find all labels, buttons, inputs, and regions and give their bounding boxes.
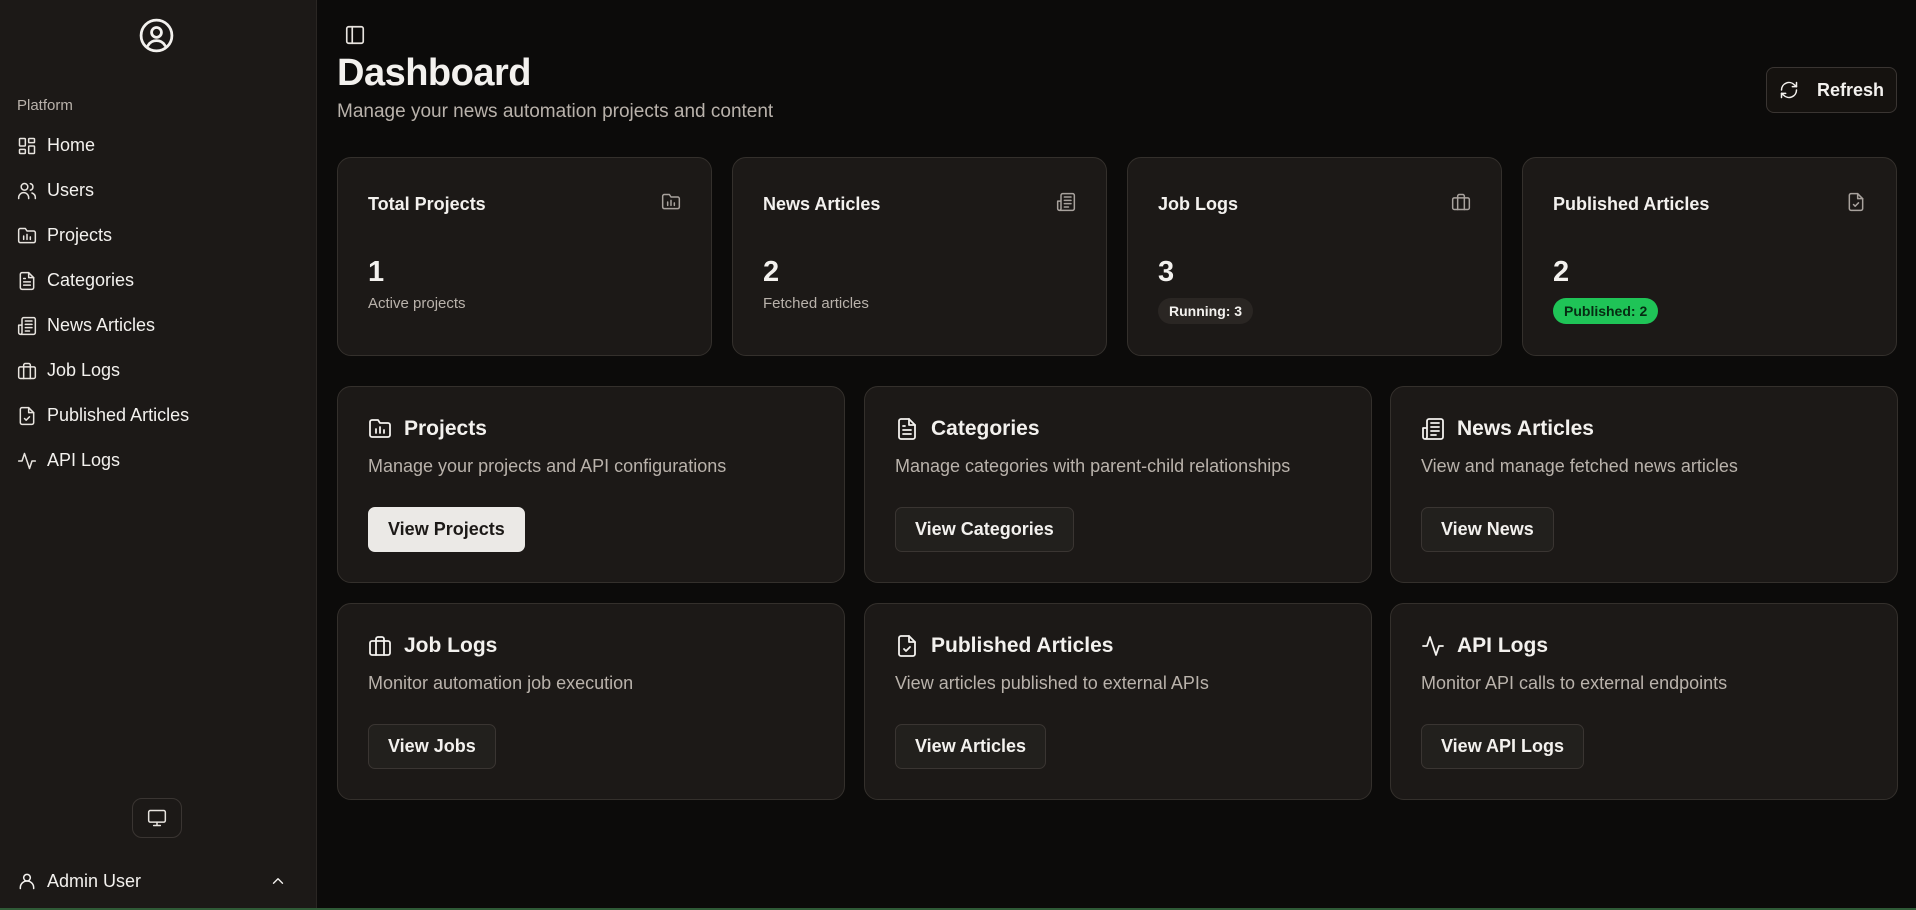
nav-card-desc: Manage categories with parent-child rela… <box>895 456 1291 476</box>
stat-title: Total Projects <box>368 194 486 214</box>
sidebar-item-label: Job Logs <box>47 360 121 380</box>
user-menu[interactable]: Admin User <box>17 866 297 896</box>
monitor-icon <box>147 808 167 828</box>
status-badge: Running: 3 <box>1158 298 1254 324</box>
file-check-icon <box>1846 192 1866 212</box>
sidebar-item-label: Home <box>47 135 96 155</box>
nav-card-header: Published Articles <box>895 634 1113 658</box>
stat-value: 1 <box>368 256 385 288</box>
nav-card-header: Projects <box>368 417 487 441</box>
stat-card-job-logs: Job Logs 3 Running: 3 <box>1127 157 1502 356</box>
theme-display-button[interactable] <box>132 798 182 838</box>
user-circle-icon[interactable] <box>138 17 175 54</box>
nav-card-job-logs: Job Logs Monitor automation job executio… <box>337 603 845 800</box>
file-text-icon <box>895 417 919 441</box>
stat-title: News Articles <box>763 194 881 214</box>
sidebar-item-news-articles[interactable]: News Articles <box>0 303 317 348</box>
nav-card-published-articles: Published Articles View articles publish… <box>864 603 1372 800</box>
stat-card-total-projects: Total Projects 1 Active projects <box>337 157 712 356</box>
sidebar-item-published-articles[interactable]: Published Articles <box>0 393 317 438</box>
newspaper-icon <box>17 316 37 336</box>
refresh-button[interactable]: Refresh <box>1766 67 1897 113</box>
sidebar-item-projects[interactable]: Projects <box>0 213 317 258</box>
activity-icon <box>17 451 37 471</box>
briefcase-icon <box>1451 192 1471 212</box>
stat-card-news-articles: News Articles 2 Fetched articles <box>732 157 1107 356</box>
newspaper-icon <box>1421 417 1445 441</box>
page-title: Dashboard <box>337 52 531 94</box>
sidebar-item-home[interactable]: Home <box>0 123 317 168</box>
nav-card-desc: Monitor automation job execution <box>368 673 634 693</box>
nav-card-header: Categories <box>895 417 1040 441</box>
stat-card-published-articles: Published Articles 2 Published: 2 <box>1522 157 1897 356</box>
page-subtitle: Manage your news automation projects and… <box>337 101 774 122</box>
stat-value: 3 <box>1158 256 1175 288</box>
sidebar-item-api-logs[interactable]: API Logs <box>0 438 317 483</box>
view-api-logs-button[interactable]: View API Logs <box>1421 724 1585 769</box>
stat-title: Job Logs <box>1158 194 1238 214</box>
stat-title: Published Articles <box>1553 194 1710 214</box>
users-icon <box>17 181 37 201</box>
file-text-icon <box>17 271 37 291</box>
sidebar-item-users[interactable]: Users <box>0 168 317 213</box>
sidebar-item-label: Users <box>47 180 95 200</box>
file-check-icon <box>895 634 919 658</box>
nav-card-header: News Articles <box>1421 417 1594 441</box>
nav-card-desc: Manage your projects and API configurati… <box>368 456 727 476</box>
folder-chart-icon <box>661 192 681 212</box>
user-icon <box>17 871 37 891</box>
view-articles-button[interactable]: View Articles <box>895 724 1047 769</box>
stat-value: 2 <box>763 256 780 288</box>
sidebar-section-label: Platform <box>17 97 73 114</box>
nav-card-title: News Articles <box>1457 417 1594 440</box>
folder-chart-icon <box>368 417 392 441</box>
view-jobs-button[interactable]: View Jobs <box>368 724 496 769</box>
nav-card-desc: View and manage fetched news articles <box>1421 456 1738 476</box>
nav-card-title: Categories <box>931 417 1040 440</box>
chevron-up-icon[interactable] <box>269 872 287 890</box>
status-badge: Published: 2 <box>1553 298 1659 324</box>
nav-card-title: Projects <box>404 417 487 440</box>
sidebar-item-label: Projects <box>47 225 113 245</box>
briefcase-icon <box>368 634 392 658</box>
file-check-icon <box>17 406 37 426</box>
stat-desc: Active projects <box>368 295 466 312</box>
refresh-icon <box>1779 80 1799 100</box>
user-name: Admin User <box>47 870 142 891</box>
dashboard-grid-icon <box>17 136 37 156</box>
activity-icon <box>1421 634 1445 658</box>
nav-card-title: API Logs <box>1457 634 1549 657</box>
sidebar: Platform Home Users Projects Categories … <box>0 0 317 908</box>
nav-card-projects: Projects Manage your projects and API co… <box>337 386 845 583</box>
sidebar-nav: Home Users Projects Categories News Arti… <box>0 123 317 483</box>
stat-desc: Fetched articles <box>763 295 869 312</box>
sidebar-item-job-logs[interactable]: Job Logs <box>0 348 317 393</box>
sidebar-item-categories[interactable]: Categories <box>0 258 317 303</box>
view-projects-button[interactable]: View Projects <box>368 507 525 552</box>
nav-card-title: Job Logs <box>404 634 498 657</box>
nav-card-desc: View articles published to external APIs <box>895 673 1209 693</box>
nav-card-desc: Monitor API calls to external endpoints <box>1421 673 1728 693</box>
nav-card-title: Published Articles <box>931 634 1114 657</box>
nav-card-header: Job Logs <box>368 634 497 658</box>
nav-card-news-articles: News Articles View and manage fetched ne… <box>1390 386 1898 583</box>
refresh-label: Refresh <box>1816 79 1885 100</box>
sidebar-item-label: Categories <box>47 270 135 290</box>
stat-value: 2 <box>1553 256 1570 288</box>
briefcase-icon <box>17 361 37 381</box>
folder-chart-icon <box>17 226 37 246</box>
view-categories-button[interactable]: View Categories <box>895 507 1074 552</box>
sidebar-item-label: Published Articles <box>47 405 190 425</box>
nav-card-api-logs: API Logs Monitor API calls to external e… <box>1390 603 1898 800</box>
view-news-button[interactable]: View News <box>1421 507 1554 552</box>
nav-card-categories: Categories Manage categories with parent… <box>864 386 1372 583</box>
nav-card-header: API Logs <box>1421 634 1548 658</box>
sidebar-toggle-icon[interactable] <box>344 24 366 46</box>
sidebar-item-label: News Articles <box>47 315 156 335</box>
sidebar-item-label: API Logs <box>47 450 121 470</box>
newspaper-icon <box>1056 192 1076 212</box>
